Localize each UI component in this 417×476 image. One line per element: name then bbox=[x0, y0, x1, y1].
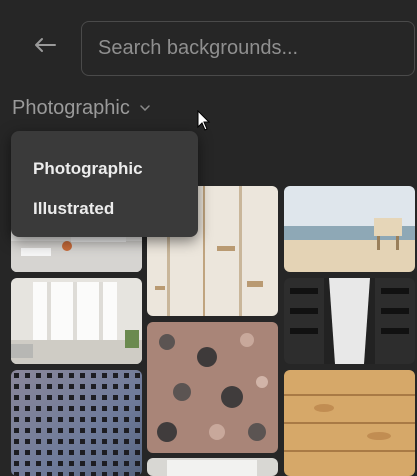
mouse-pointer-icon bbox=[197, 110, 211, 131]
arrow-left-icon bbox=[35, 38, 56, 52]
search-field[interactable] bbox=[81, 21, 415, 76]
background-thumbnail-server-room[interactable] bbox=[284, 278, 415, 364]
category-dropdown[interactable]: Photographic bbox=[12, 94, 150, 122]
background-thumbnail-window-partial[interactable] bbox=[147, 458, 278, 476]
back-button[interactable] bbox=[28, 30, 62, 60]
background-thumbnail-granite[interactable] bbox=[147, 322, 278, 453]
search-input[interactable] bbox=[98, 37, 414, 60]
chevron-down-icon bbox=[140, 105, 150, 111]
background-thumbnail-perforated-metal[interactable] bbox=[11, 370, 142, 476]
category-dropdown-menu: Photographic Illustrated bbox=[11, 131, 198, 237]
background-thumbnail-bright-room[interactable] bbox=[11, 278, 142, 364]
background-thumbnail-beach[interactable] bbox=[284, 186, 415, 272]
menu-item-photographic[interactable]: Photographic bbox=[11, 149, 198, 189]
category-selected-label: Photographic bbox=[12, 96, 130, 119]
background-thumbnail-pine-wood[interactable] bbox=[284, 370, 415, 476]
menu-item-illustrated[interactable]: Illustrated bbox=[11, 189, 198, 229]
